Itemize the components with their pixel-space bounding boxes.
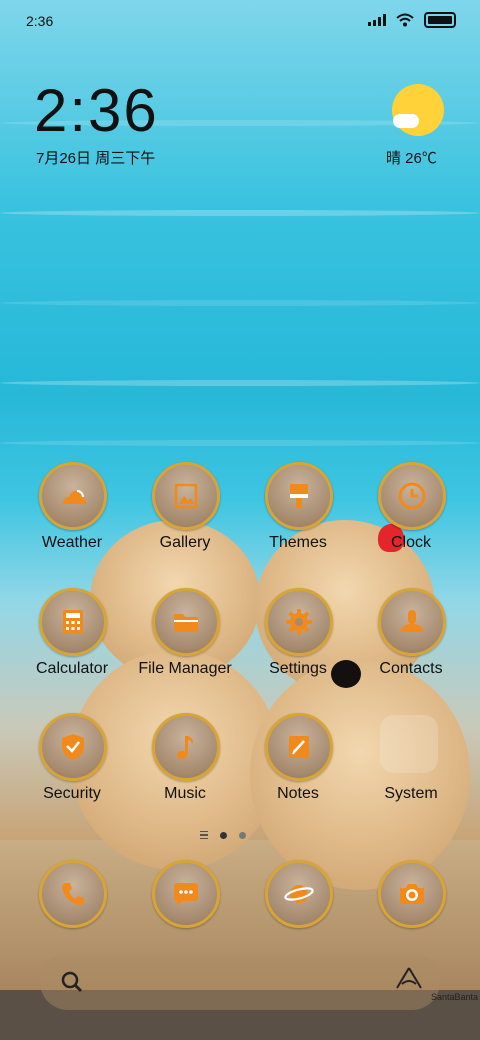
wallpaper-ripple — [0, 440, 480, 446]
camera-icon — [378, 860, 446, 928]
folder-system[interactable]: System — [356, 713, 466, 809]
weather-widget-text[interactable]: 晴 26℃ — [386, 147, 437, 168]
app-music[interactable]: Music — [130, 713, 240, 809]
app-label: Clock — [390, 534, 431, 551]
home-screen: 2:36 2:36 7月26日 周三下午 晴 26℃ Weather Galle… — [0, 0, 480, 1040]
cloud-icon — [393, 114, 419, 128]
sun-icon[interactable] — [392, 84, 444, 136]
app-label: Settings — [269, 660, 327, 677]
contact-icon — [378, 588, 446, 656]
message-icon — [152, 860, 220, 928]
wifi-icon — [396, 13, 414, 27]
signal-icon — [368, 14, 386, 26]
search-bar[interactable] — [40, 954, 440, 1010]
page-indicator[interactable] — [200, 831, 246, 839]
search-icon[interactable] — [58, 968, 86, 996]
app-label: Music — [164, 785, 206, 802]
app-label: Security — [43, 785, 101, 802]
app-themes[interactable]: Themes — [243, 462, 353, 558]
app-label: Calculator — [35, 660, 109, 677]
wallpaper-ripple — [0, 300, 480, 306]
page-list-icon — [200, 831, 208, 839]
phone-icon — [39, 860, 107, 928]
dock-phone[interactable] — [17, 860, 127, 928]
folder-icon — [380, 715, 438, 773]
status-bar: 2:36 — [0, 0, 480, 44]
battery-icon — [424, 12, 456, 28]
app-settings[interactable]: Settings — [243, 588, 353, 684]
app-weather[interactable]: Weather — [17, 462, 127, 558]
clock-widget-time[interactable]: 2:36 — [34, 76, 159, 145]
app-label: Notes — [277, 785, 319, 802]
app-clock[interactable]: Clock — [356, 462, 466, 558]
shield-icon — [39, 713, 107, 781]
dock-camera[interactable] — [356, 860, 466, 928]
app-label: Contacts — [379, 660, 443, 677]
wallpaper-ripple — [0, 210, 480, 216]
status-icons — [368, 12, 456, 28]
page-dot-active[interactable] — [220, 831, 227, 839]
app-contacts[interactable]: Contacts — [356, 588, 466, 684]
music-note-icon — [152, 713, 220, 781]
app-notes[interactable]: Notes — [243, 713, 353, 809]
weather-icon — [39, 462, 107, 530]
clock-icon — [378, 462, 446, 530]
browser-icon — [265, 860, 333, 928]
calculator-icon — [39, 588, 107, 656]
wallpaper-ripple — [0, 380, 480, 386]
app-file-manager[interactable]: File Manager — [130, 588, 240, 684]
dock-messages[interactable] — [130, 860, 240, 928]
notes-icon — [265, 713, 333, 781]
watermark-logo-icon — [396, 967, 422, 989]
page-dot[interactable] — [239, 831, 246, 839]
folder-icon — [152, 588, 220, 656]
app-label: File Manager — [138, 660, 232, 677]
app-calculator[interactable]: Calculator — [17, 588, 127, 684]
app-security[interactable]: Security — [17, 713, 127, 809]
app-label: Gallery — [159, 534, 211, 551]
status-time: 2:36 — [26, 13, 54, 29]
gallery-icon — [152, 462, 220, 530]
watermark-text: SantaBanta — [430, 992, 478, 1002]
clock-widget-date[interactable]: 7月26日 周三下午 — [36, 147, 155, 168]
app-gallery[interactable]: Gallery — [130, 462, 240, 558]
app-label: Weather — [41, 534, 103, 551]
app-label: Themes — [269, 534, 327, 551]
gear-icon — [265, 588, 333, 656]
paintbrush-icon — [265, 462, 333, 530]
dock-browser[interactable] — [243, 860, 353, 928]
app-label: System — [384, 785, 438, 802]
